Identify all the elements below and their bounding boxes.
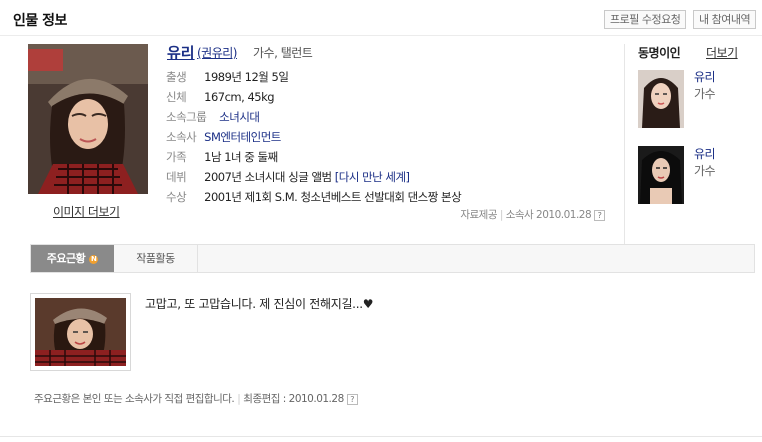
same-name-title: 동명이인 [638,46,681,60]
same-name-photo[interactable] [638,70,684,128]
same-name-person-job: 가수 [694,164,716,178]
tab-news[interactable]: 주요근황 N [31,245,114,272]
group-link[interactable]: 소녀시대 [219,110,260,124]
info-key: 출생 [166,70,187,84]
person-real-name[interactable]: (권유리) [197,44,237,61]
debut-album-link[interactable]: [다시 만난 세계] [335,170,410,184]
info-row-body: 신체 167cm, 45kg [166,89,275,109]
info-value: 2001년 제1회 S.M. 청소년베스트 선발대회 댄스짱 본상 [204,190,462,204]
new-badge-icon: N [89,254,99,264]
info-key: 소속사 [166,130,197,144]
last-edit: 최종편집 : 2010.01.28 [243,393,344,405]
source-info: 자료제공 | 소속사 2010.01.28 ? [460,207,605,222]
info-row-family: 가족 1남 1녀 중 둘째 [166,149,278,169]
news-footnote: 주요근황은 본인 또는 소속사가 직접 편집합니다. | 최종편집 : 2010.0… [34,391,358,406]
person-job: 가수, 탤런트 [253,46,313,60]
same-name-person-name[interactable]: 유리 [694,145,716,162]
info-value: 1989년 12월 5일 [204,70,289,84]
edit-request-button[interactable]: 프로필 수정요청 [604,10,687,29]
my-history-button[interactable]: 내 참여내역 [693,10,757,29]
person-name[interactable]: 유리 [167,42,195,63]
info-value: 1남 1녀 중 둘째 [204,150,278,164]
vertical-divider [624,44,625,244]
same-name-person-job: 가수 [694,87,716,101]
image-more-link[interactable]: 이미지 더보기 [53,203,120,220]
info-value: 167cm, 45kg [204,90,275,104]
info-row-award: 수상 2001년 제1회 S.M. 청소년베스트 선발대회 댄스짱 본상 [166,189,462,209]
profile-photo[interactable] [28,44,148,194]
info-key: 가족 [166,150,187,164]
help-icon[interactable]: ? [346,393,358,405]
info-key: 데뷔 [166,170,187,184]
info-value: 2007년 소녀시대 싱글 앨범 [204,170,332,184]
tab-label: 주요근황 [46,252,86,265]
same-name-more-link[interactable]: 더보기 [706,44,738,61]
tab-works[interactable]: 작품활동 [114,245,198,272]
info-key: 신체 [166,90,187,104]
info-key: 수상 [166,190,187,204]
tab-label: 작품활동 [136,252,175,265]
same-name-person-name[interactable]: 유리 [694,68,716,85]
info-row-agency: 소속사 SM엔터테인먼트 [166,129,281,149]
news-message[interactable]: 고맙고, 또 고맙습니다. 제 진심이 전해지길...♥ [145,295,373,312]
same-name-photo[interactable] [638,146,684,204]
source-label: 자료제공 [460,209,497,221]
info-row-birth: 출생 1989년 12월 5일 [166,69,289,89]
help-icon[interactable]: ? [594,209,605,221]
footnote-text: 주요근황은 본인 또는 소속사가 직접 편집합니다. [34,393,235,405]
bottom-divider [0,436,762,437]
agency-link[interactable]: SM엔터테인먼트 [204,130,281,144]
info-key: 소속그룹 [166,110,207,124]
header-divider [0,35,762,36]
info-row-debut: 데뷔 2007년 소녀시대 싱글 앨범 [다시 만난 세계] [166,169,410,189]
info-row-group: 소속그룹 소녀시대 [166,109,260,129]
page-title: 인물 정보 [13,13,67,29]
tab-bar: 주요근황 N 작품활동 [30,244,755,273]
news-photo[interactable] [30,293,131,371]
source-value: 소속사 2010.01.28 [505,209,592,221]
